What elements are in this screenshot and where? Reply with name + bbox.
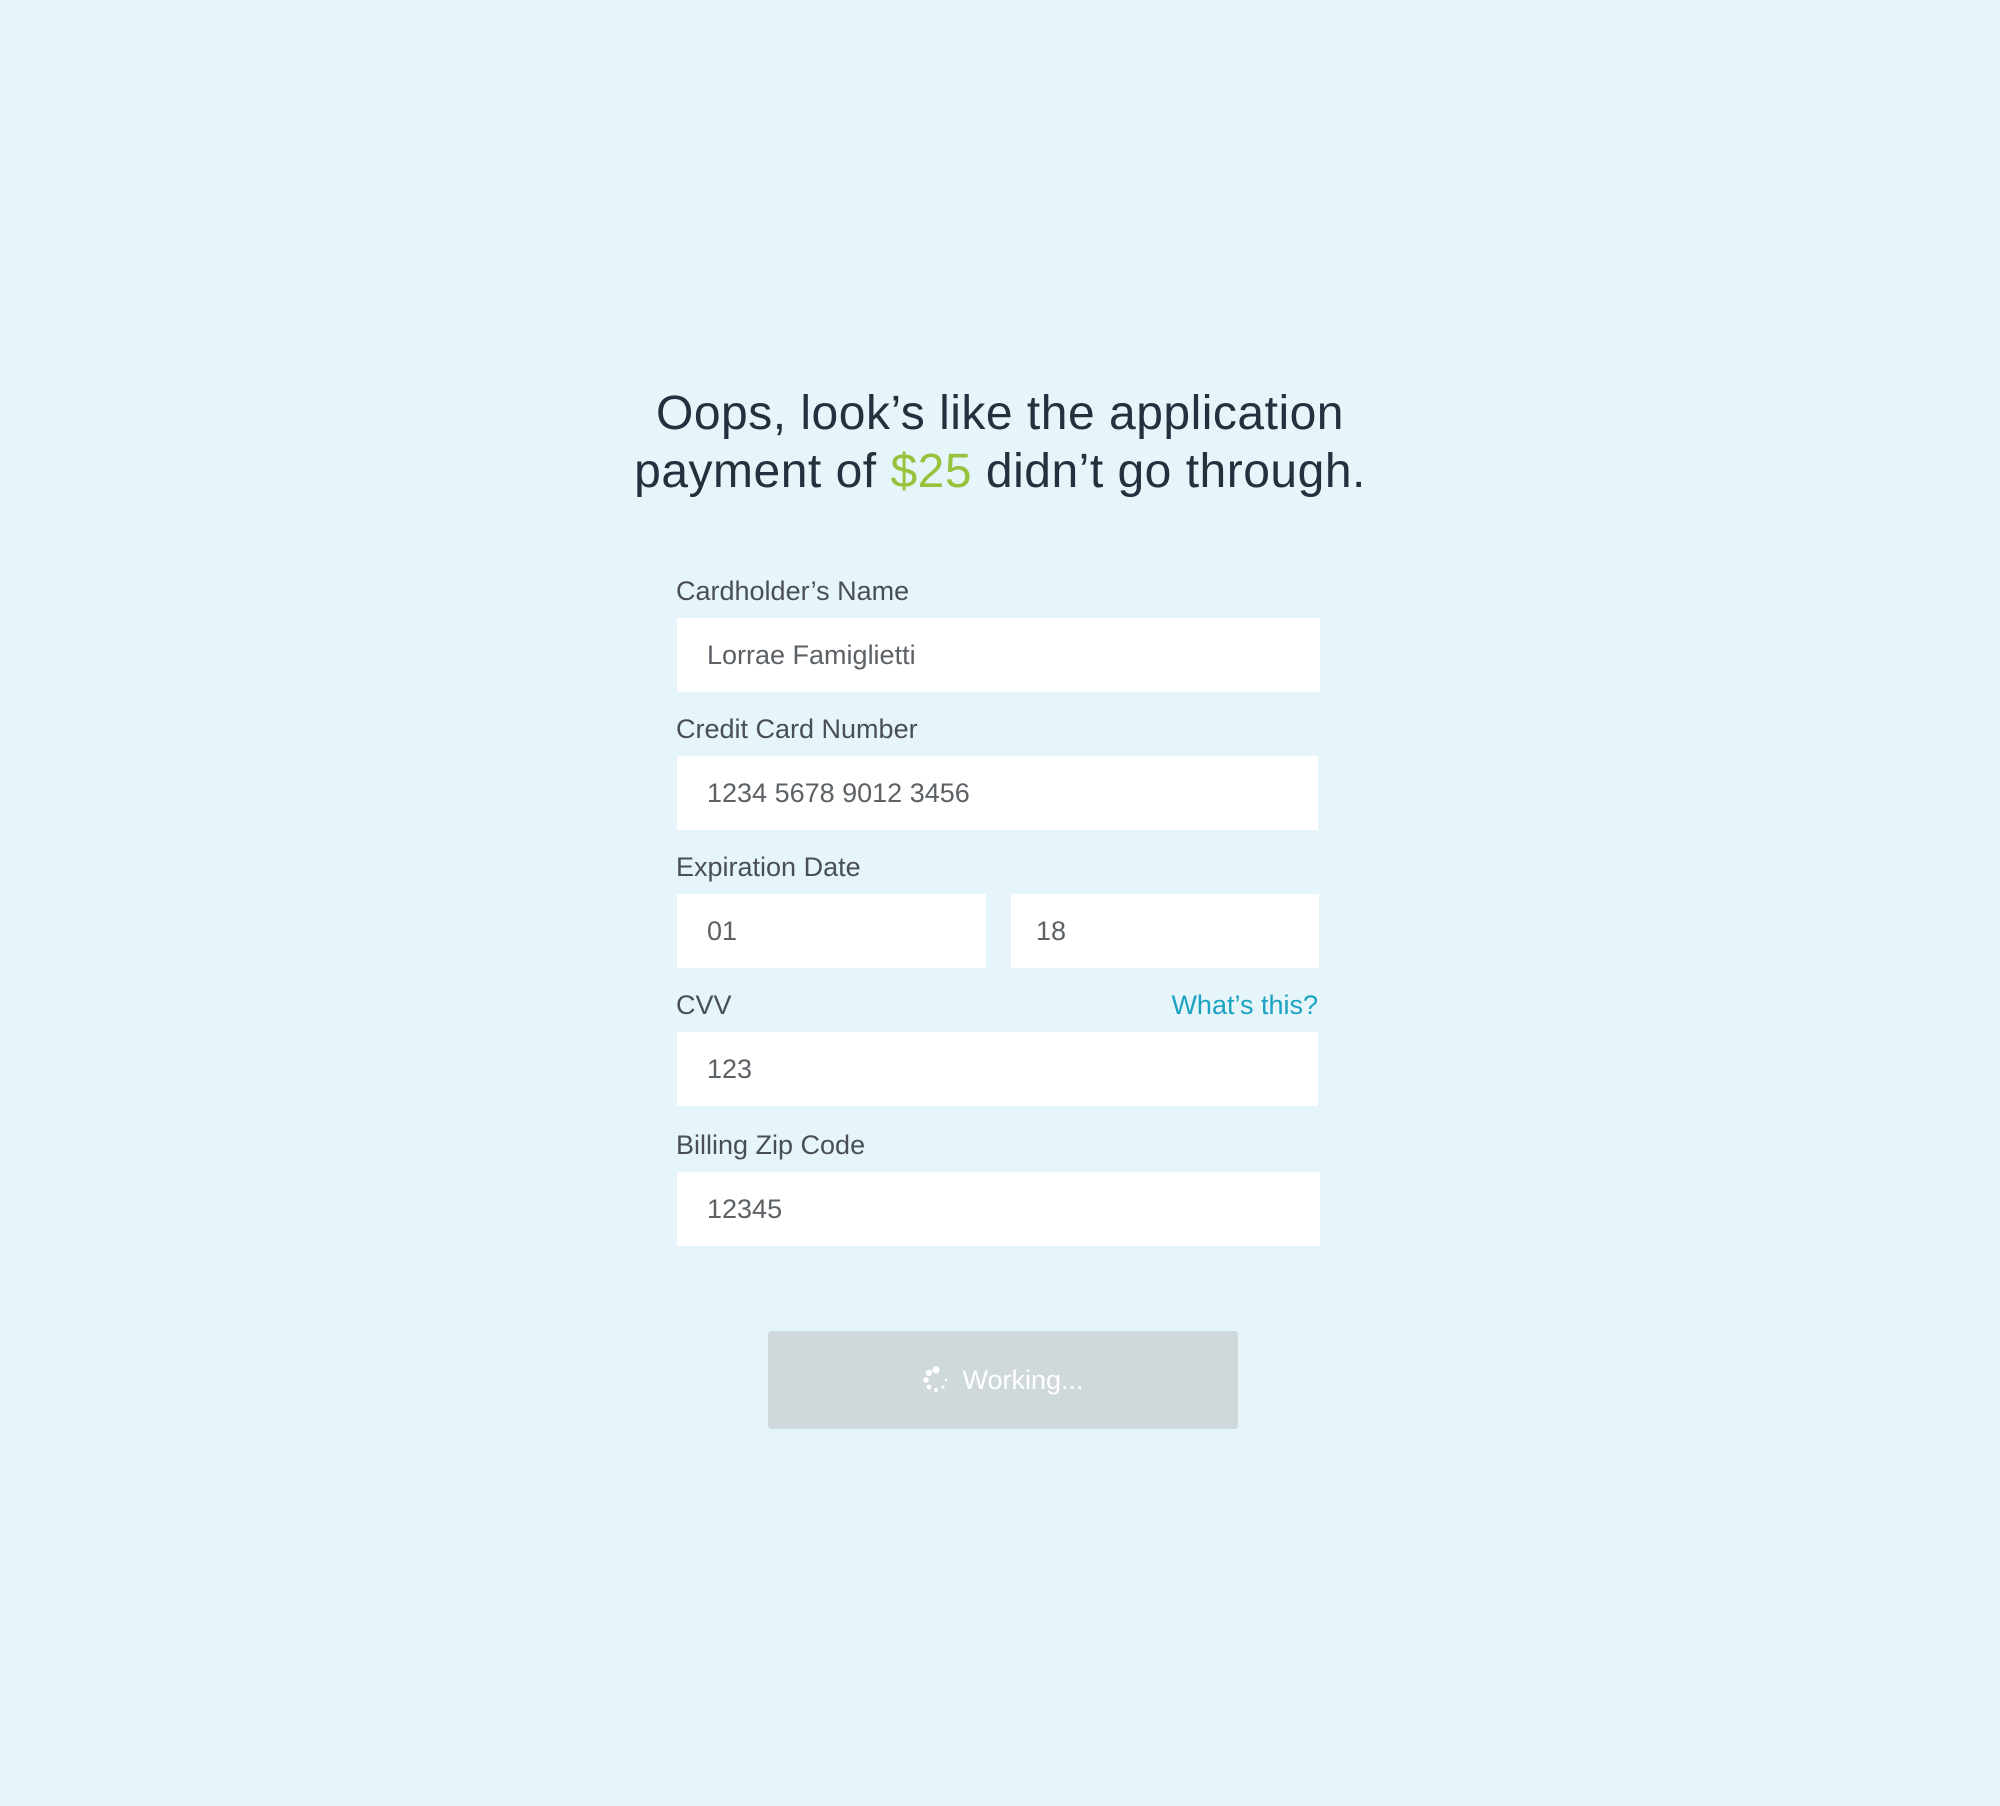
- expiration-date-label: Expiration Date: [676, 852, 861, 882]
- card-number-label: Credit Card Number: [676, 714, 918, 744]
- submit-button-label: Working...: [962, 1364, 1084, 1395]
- spinner-icon: [923, 1366, 948, 1392]
- cvv-label: CVV: [676, 990, 732, 1020]
- expiration-month-input[interactable]: 01: [677, 894, 986, 968]
- payment-amount: $25: [890, 445, 973, 498]
- headline-prefix: payment of: [634, 445, 891, 498]
- submit-button[interactable]: Working...: [768, 1331, 1238, 1429]
- cvv-input[interactable]: 123: [677, 1032, 1318, 1106]
- cardholder-name-label: Cardholder’s Name: [676, 576, 910, 606]
- billing-zip-input[interactable]: 12345: [677, 1172, 1320, 1246]
- headline-line-1: Oops, look’s like the application: [655, 387, 1344, 440]
- page-title: Oops, look’s like the application paymen…: [0, 385, 2000, 501]
- headline-line-2: payment of $25 didn’t go through.: [0, 443, 2000, 501]
- cardholder-name-input[interactable]: Lorrae Famiglietti: [677, 618, 1320, 692]
- card-number-input[interactable]: 1234 5678 9012 3456: [677, 756, 1318, 830]
- cvv-help-link[interactable]: What’s this?: [1171, 989, 1318, 1021]
- headline-suffix: didn’t go through.: [972, 445, 1366, 498]
- billing-zip-label: Billing Zip Code: [676, 1130, 866, 1160]
- expiration-year-input[interactable]: 18: [1011, 894, 1319, 968]
